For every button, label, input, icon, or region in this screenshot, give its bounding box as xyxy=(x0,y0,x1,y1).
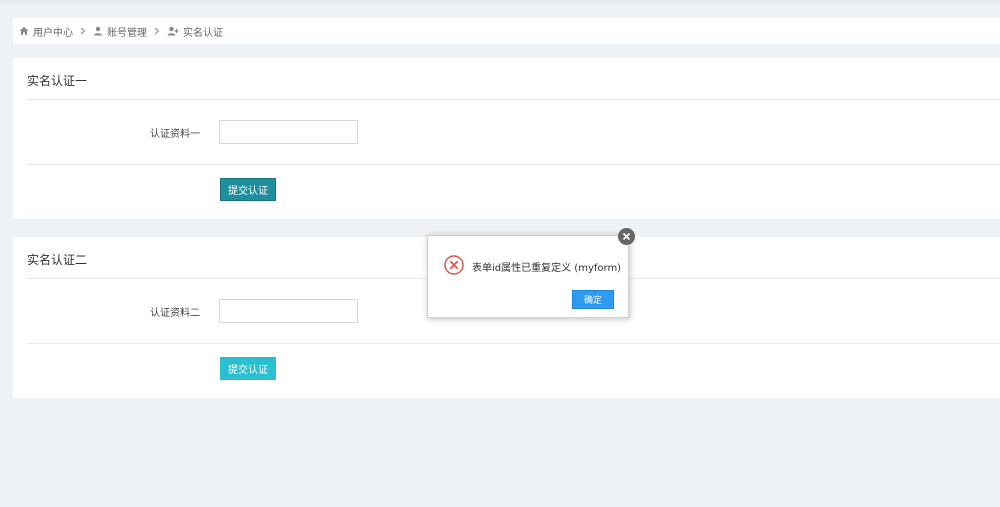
top-shadow xyxy=(0,0,1000,6)
field-label: 认证资料二 xyxy=(150,308,200,319)
card-title: 实名认证二 xyxy=(27,253,88,267)
breadcrumb-label: 账号管理 xyxy=(107,27,147,39)
card-title: 实名认证一 xyxy=(27,74,88,88)
chevron-right-icon xyxy=(80,27,86,35)
user-icon xyxy=(93,26,103,36)
user-plus-icon xyxy=(167,26,179,36)
real-name-card-1: 实名认证一 认证资料一 提交认证 xyxy=(13,58,1000,219)
breadcrumb-label: 实名认证 xyxy=(183,27,223,39)
divider xyxy=(27,164,1000,165)
divider xyxy=(27,343,1000,344)
home-icon xyxy=(19,26,29,36)
breadcrumb-item-user-center[interactable]: 用户中心 xyxy=(19,24,73,39)
error-circle-icon xyxy=(444,255,464,275)
breadcrumb-item-account-manage[interactable]: 账号管理 xyxy=(93,24,147,39)
submit-verification-button-1[interactable]: 提交认证 xyxy=(220,178,276,201)
breadcrumb-item-real-name: 实名认证 xyxy=(167,24,223,39)
confirm-button[interactable]: 确定 xyxy=(572,290,614,309)
field-label: 认证资料一 xyxy=(150,129,200,140)
chevron-right-icon xyxy=(154,27,160,35)
dialog-message: 表单id属性已重复定义 (myform) xyxy=(472,263,622,274)
submit-verification-button-2[interactable]: 提交认证 xyxy=(220,357,276,380)
breadcrumb: 用户中心 账号管理 实名认证 xyxy=(13,18,1000,44)
breadcrumb-label: 用户中心 xyxy=(33,27,73,39)
verification-material-1-input[interactable] xyxy=(219,120,358,144)
verification-material-2-input[interactable] xyxy=(219,299,358,323)
close-icon[interactable] xyxy=(618,228,635,245)
divider xyxy=(27,99,1000,100)
error-dialog: 表单id属性已重复定义 (myform) 确定 xyxy=(427,228,635,318)
